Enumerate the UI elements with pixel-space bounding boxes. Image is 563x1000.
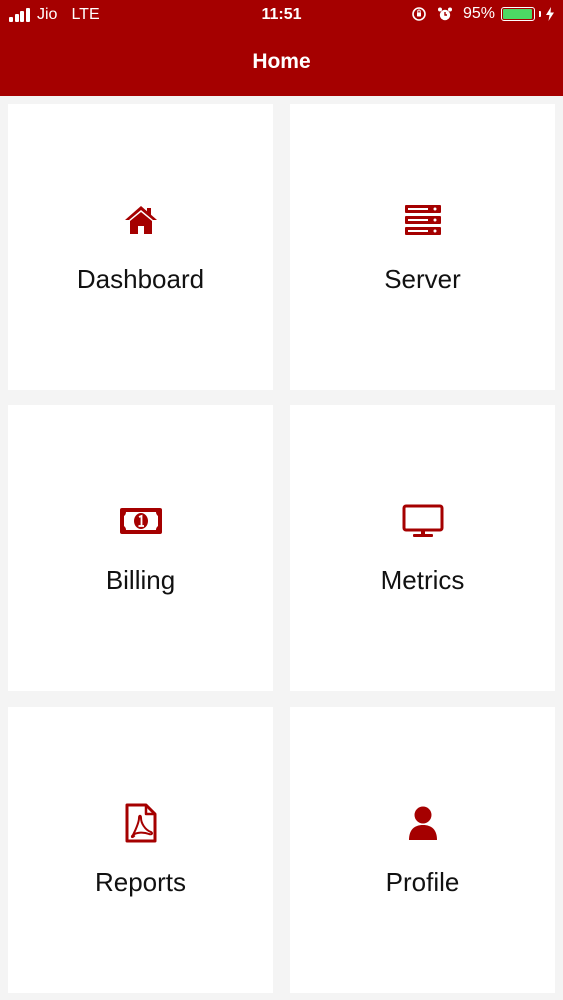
tile-label-profile: Profile [385,867,460,897]
app-header: Jio LTE 11:51 95% Home [0,0,563,96]
server-tile[interactable]: Server [290,104,555,390]
dashboard-tile[interactable]: Dashboard [8,104,273,390]
battery-level-fill [503,9,532,19]
battery-cap [539,11,541,17]
orientation-lock-icon [412,7,426,21]
reports-tile[interactable]: Reports [8,707,273,993]
pdf-file-icon [125,803,156,843]
tile-label-metrics: Metrics [380,565,465,595]
tile-label-server: Server [384,264,461,294]
desktop-monitor-icon [402,504,443,537]
status-right: 95% [411,5,555,23]
page-title: Home [252,50,311,73]
user-icon [408,806,437,840]
money-bill-icon [119,508,162,534]
server-icon [404,205,441,235]
billing-tile[interactable]: Billing [8,405,273,691]
metrics-tile[interactable]: Metrics [290,405,555,691]
charging-bolt-icon [546,7,554,21]
battery-percentage: 95% [462,5,495,22]
tile-label-reports: Reports [94,867,187,897]
status-bar: Jio LTE 11:51 95% [0,0,563,32]
tile-label-dashboard: Dashboard [76,264,205,294]
tile-label-billing: Billing [105,565,176,595]
alarm-clock-icon [437,7,452,21]
battery-icon [501,7,535,21]
profile-tile[interactable]: Profile [290,707,555,993]
home-icon [124,206,157,234]
